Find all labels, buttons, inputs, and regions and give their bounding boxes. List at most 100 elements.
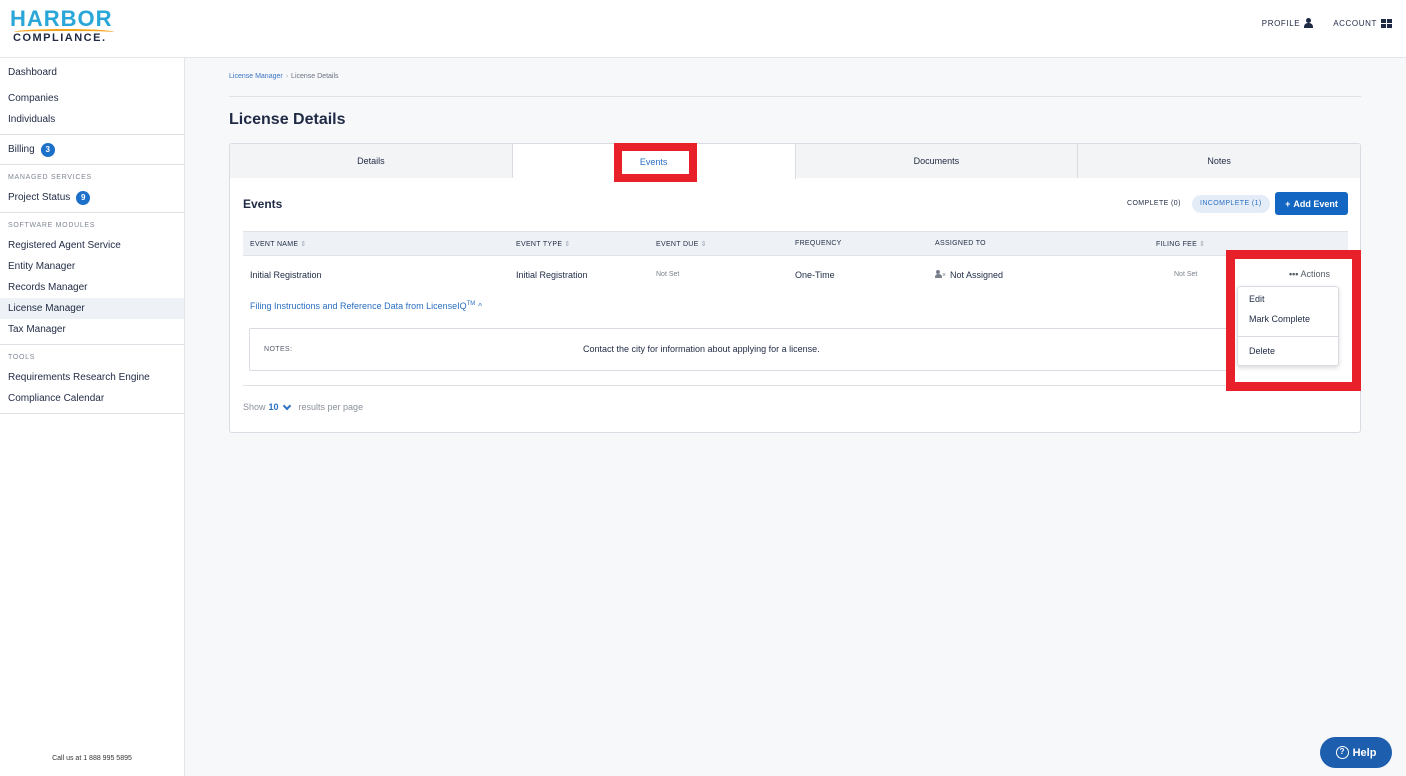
events-heading: Events xyxy=(243,197,283,211)
tab-bar: Details Events Documents Notes xyxy=(230,144,1360,179)
tab-notes[interactable]: Notes xyxy=(1078,144,1360,178)
logo-line2: COMPLIANCE. xyxy=(13,32,107,44)
help-label: Help xyxy=(1352,746,1377,759)
sort-icon: ⇕ xyxy=(700,241,707,248)
sidebar-item-label: Project Status xyxy=(8,192,71,203)
logo-line1: HARBOR xyxy=(10,6,113,31)
col-event-name[interactable]: EVENT NAME ⇕ xyxy=(250,240,307,248)
col-label: EVENT NAME xyxy=(250,241,299,248)
assigned-label: Not Assigned xyxy=(950,270,1004,280)
header-links: PROFILE ACCOUNT xyxy=(1262,18,1392,28)
tab-documents[interactable]: Documents xyxy=(795,144,1079,178)
profile-link[interactable]: PROFILE xyxy=(1262,18,1314,28)
col-label: EVENT TYPE xyxy=(516,241,563,248)
notes-label: NOTES: xyxy=(264,346,293,353)
sidebar-item-tax-manager[interactable]: Tax Manager xyxy=(0,319,184,340)
filing-instructions-link[interactable]: Filing Instructions and Reference Data f… xyxy=(250,301,482,311)
sidebar-item-entity-manager[interactable]: Entity Manager xyxy=(0,256,184,277)
per-page-value: 10 xyxy=(268,402,279,412)
sidebar-item-label: Records Manager xyxy=(8,282,88,293)
col-assigned-to: ASSIGNED TO xyxy=(935,240,986,247)
chevron-down-icon xyxy=(282,401,291,410)
sidebar-item-label: Compliance Calendar xyxy=(8,393,105,404)
sidebar-heading: MANAGED SERVICES xyxy=(8,174,92,181)
sidebar-item-project-status[interactable]: Project Status 9 xyxy=(0,187,184,208)
project-status-badge: 9 xyxy=(76,190,91,205)
sidebar-group-billing: Billing 3 xyxy=(0,135,184,165)
divider xyxy=(229,96,1361,97)
page-title: License Details xyxy=(229,111,346,128)
col-event-type[interactable]: EVENT TYPE ⇕ xyxy=(516,240,570,248)
sidebar-item-label: Requirements Research Engine xyxy=(8,372,150,383)
sidebar-item-license-manager[interactable]: License Manager xyxy=(0,298,184,319)
grid-icon xyxy=(1381,18,1392,28)
table-row: Initial Registration Initial Registratio… xyxy=(243,256,1348,294)
sidebar-item-label: Dashboard xyxy=(8,67,57,78)
col-frequency: FREQUENCY xyxy=(795,240,842,247)
sidebar-group-main: Dashboard Companies Individuals xyxy=(0,58,184,135)
sort-icon: ⇕ xyxy=(564,241,571,248)
help-button[interactable]: ? Help xyxy=(1320,737,1392,768)
cell-event-name[interactable]: Initial Registration xyxy=(250,270,322,280)
question-icon: ? xyxy=(1335,746,1349,759)
billing-badge: 3 xyxy=(40,142,55,157)
account-label: ACCOUNT xyxy=(1333,18,1377,28)
license-panel: Details Events Documents Notes Events CO… xyxy=(229,143,1361,433)
sidebar-item-label: Billing xyxy=(8,144,35,155)
col-label: FILING FEE xyxy=(1156,241,1198,248)
per-page-suffix: results per page xyxy=(298,402,364,412)
account-link[interactable]: ACCOUNT xyxy=(1333,18,1392,28)
sidebar-item-compliance-calendar[interactable]: Compliance Calendar xyxy=(0,388,184,409)
tab-details[interactable]: Details xyxy=(230,144,513,178)
chevron-up-icon: ^ xyxy=(478,302,483,311)
person-icon xyxy=(1304,18,1314,28)
sidebar-item-registered-agent[interactable]: Registered Agent Service xyxy=(0,235,184,256)
add-event-button[interactable]: + Add Event xyxy=(1275,192,1348,215)
sidebar-group-managed-services: MANAGED SERVICES Project Status 9 xyxy=(0,165,184,213)
unassigned-user-icon: × xyxy=(935,270,947,279)
actions-menu-highlight xyxy=(1226,250,1361,391)
filing-link-text: Filing Instructions and Reference Data f… xyxy=(250,301,467,311)
sidebar-item-label: License Manager xyxy=(8,303,85,314)
sort-icon: ⇕ xyxy=(1199,241,1206,248)
sidebar: Dashboard Companies Individuals Billing … xyxy=(0,58,185,776)
sidebar-heading: SOFTWARE MODULES xyxy=(8,222,96,229)
filter-incomplete[interactable]: INCOMPLETE (1) xyxy=(1192,195,1270,213)
add-event-label: Add Event xyxy=(1293,198,1338,209)
trademark-sup: TM xyxy=(466,301,476,307)
sidebar-item-label: Entity Manager xyxy=(8,261,76,272)
sidebar-item-research-engine[interactable]: Requirements Research Engine xyxy=(0,367,184,388)
plus-icon: + xyxy=(1285,198,1291,209)
col-label: FREQUENCY xyxy=(795,240,842,247)
sort-icon: ⇕ xyxy=(300,241,307,248)
sidebar-phone: Call us at 1 888 995 5895 xyxy=(52,755,132,762)
notes-box: NOTES: Contact the city for information … xyxy=(249,328,1229,371)
sidebar-item-label: Companies xyxy=(8,93,59,104)
show-label: Show xyxy=(243,402,266,412)
breadcrumb-license-manager[interactable]: License Manager xyxy=(229,73,283,80)
per-page-select[interactable]: 10 xyxy=(268,401,296,412)
col-filing-fee[interactable]: FILING FEE ⇕ xyxy=(1156,240,1205,248)
sidebar-item-companies[interactable]: Companies xyxy=(0,88,184,109)
breadcrumb: License Manager › License Details xyxy=(229,73,339,80)
events-tab-highlight xyxy=(614,143,697,182)
cell-frequency: One-Time xyxy=(795,270,835,280)
cell-event-type: Initial Registration xyxy=(516,270,588,280)
sidebar-item-label: Individuals xyxy=(8,114,56,125)
sidebar-group-software-modules: SOFTWARE MODULES Registered Agent Servic… xyxy=(0,213,184,345)
col-event-due[interactable]: EVENT DUE ⇕ xyxy=(656,240,707,248)
harbor-compliance-logo[interactable]: HARBOR COMPLIANCE. xyxy=(10,8,120,48)
events-table-header: EVENT NAME ⇕ EVENT TYPE ⇕ EVENT DUE ⇕ FREQU… xyxy=(243,231,1348,256)
col-label: EVENT DUE xyxy=(656,241,699,248)
sidebar-item-billing[interactable]: Billing 3 xyxy=(0,139,184,160)
divider xyxy=(243,385,1348,386)
filter-complete[interactable]: COMPLETE (0) xyxy=(1127,200,1181,207)
sidebar-item-dashboard[interactable]: Dashboard xyxy=(0,62,184,83)
col-label: ASSIGNED TO xyxy=(935,240,986,247)
breadcrumb-separator-icon: › xyxy=(285,73,289,80)
sidebar-item-records-manager[interactable]: Records Manager xyxy=(0,277,184,298)
cell-event-due: Not Set xyxy=(656,271,680,278)
cell-assigned-to[interactable]: × Not Assigned xyxy=(935,270,1003,280)
breadcrumb-current: License Details xyxy=(291,73,339,80)
sidebar-item-individuals[interactable]: Individuals xyxy=(0,109,184,130)
